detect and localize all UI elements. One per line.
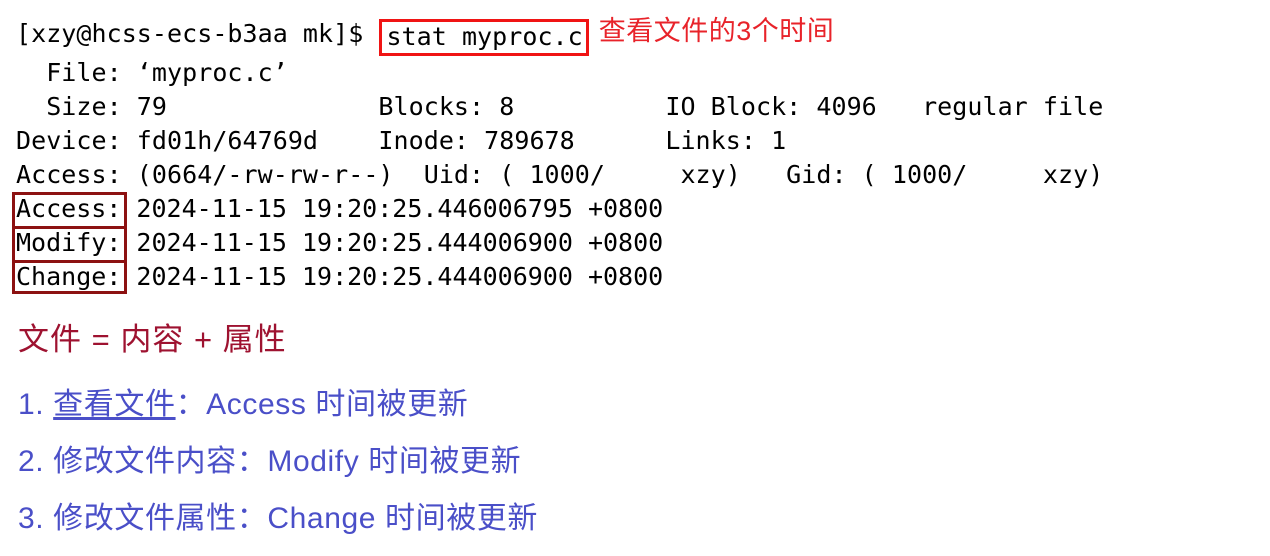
note-headline: 文件 = 内容 + 属性: [18, 322, 287, 357]
terminal-output: [xzy@hcss-ecs-b3aa mk]$ stat myproc.c 查看文…: [12, 14, 1266, 294]
stat-line-size: Size: 79 Blocks: 8 IO Block: 4096 regula…: [16, 92, 1104, 121]
list-item-rest: ：Change 时间被更新: [236, 502, 538, 535]
list-item-number: 1.: [18, 388, 54, 421]
command-annotation-text: 查看文件的3个时间: [598, 16, 835, 46]
stat-line-modify-time: Modify: 2024-11-15 19:20:25.444006900 +0…: [16, 228, 664, 257]
stat-line-device: Device: fd01h/64769d Inode: 789678 Links…: [16, 126, 787, 155]
note-list: 1. 查看文件：Access 时间被更新 2. 修改文件内容：Modify 时间…: [18, 376, 1218, 547]
stat-line-access-time: Access: 2024-11-15 19:20:25.446006795 +0…: [16, 194, 664, 223]
shell-prompt: [xzy@hcss-ecs-b3aa mk]$: [16, 19, 379, 48]
stat-line-change-time: Change: 2024-11-15 19:20:25.444006900 +0…: [16, 262, 664, 291]
timestamp-block: Access: 2024-11-15 19:20:25.446006795 +0…: [12, 192, 1266, 294]
list-item: 3. 修改文件属性：Change 时间被更新: [18, 490, 1218, 547]
list-item-number: 3.: [18, 502, 54, 535]
list-item-rest: ：Access 时间被更新: [175, 388, 469, 421]
stat-command-highlight-box: stat myproc.c: [379, 19, 589, 56]
stat-line-file: File: ‘myproc.c’: [16, 58, 288, 87]
list-item-rest: ：Modify 时间被更新: [236, 445, 522, 478]
stat-line-access-perms: Access: (0664/-rw-rw-r--) Uid: ( 1000/ x…: [16, 160, 1104, 189]
list-item-action: 查看文件: [53, 388, 176, 421]
terminal-prompt-line: [xzy@hcss-ecs-b3aa mk]$ stat myproc.c 查看文…: [16, 14, 1266, 56]
list-item: 1. 查看文件：Access 时间被更新: [18, 376, 1218, 433]
list-item-action: 修改文件属性: [53, 502, 237, 535]
list-item-number: 2.: [18, 445, 54, 478]
list-item-action: 修改文件内容: [53, 445, 237, 478]
list-item: 2. 修改文件内容：Modify 时间被更新: [18, 433, 1218, 490]
